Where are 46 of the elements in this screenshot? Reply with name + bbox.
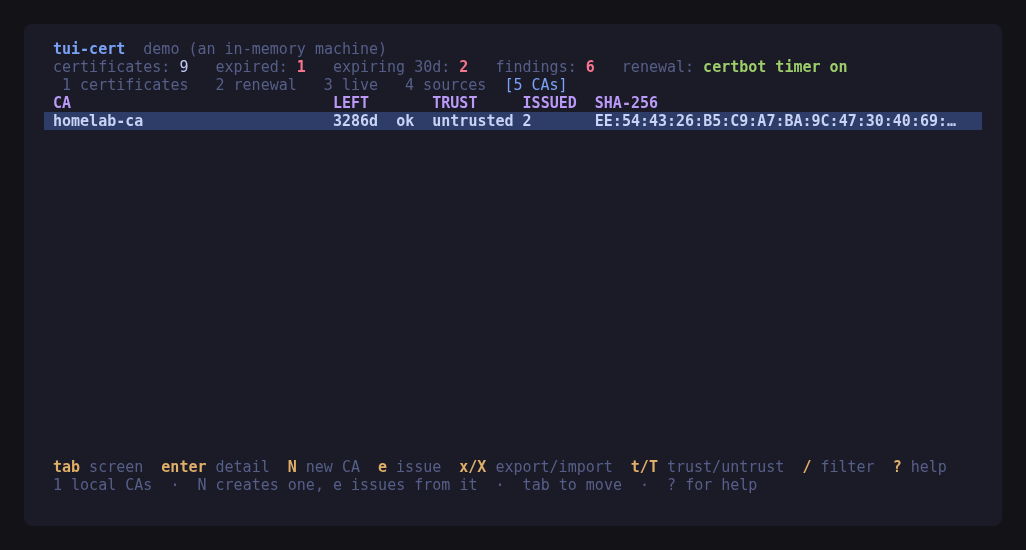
days-left-cell: 3286d: [332, 112, 379, 130]
tab[interactable]: 2 renewal: [206, 76, 306, 94]
subtitle-text: demo (an in-memory machine): [143, 40, 388, 58]
fingerprint-cell: EE:54:43:26:B5:C9:A7:BA:9C:47:30:40:69:…: [594, 112, 957, 130]
tab[interactable]: 4 sources: [396, 76, 496, 94]
column-header: SHA-256: [594, 94, 659, 112]
app-title: tui-cert: [53, 40, 126, 58]
stat-value: certbot timer on: [703, 58, 848, 76]
column-header: LEFT: [332, 94, 370, 112]
stat-value: 2: [459, 58, 469, 76]
column-header: ISSUED: [522, 94, 577, 112]
key-label: e: [378, 458, 388, 476]
stat-label: expired:: [215, 58, 288, 76]
column-header: TRUST: [432, 94, 478, 112]
hint-text: filter: [820, 458, 875, 476]
stat-label: expiring 30d:: [332, 58, 451, 76]
hint-text: trust/untrust: [666, 458, 785, 476]
tab[interactable]: 1 certificates: [53, 76, 198, 94]
hint-text: export/import: [495, 458, 613, 476]
hint-text: help: [910, 458, 947, 476]
stat-label: certificates:: [53, 58, 171, 76]
status-line: 1 local CAs · N creates one, e issues from it · tab to move · ? for help: [53, 476, 758, 494]
stat-value: 9: [179, 58, 189, 76]
table-row[interactable]: homelab-ca 3286d ok untrusted 2 EE:54:43:26:B5:C9:A7:BA:9C:47:30:40:69:…: [44, 112, 982, 130]
hint-text: issue: [396, 458, 442, 476]
ca-name-cell: homelab-ca: [53, 112, 144, 130]
stat-label: renewal:: [621, 58, 695, 76]
stat-value: 6: [585, 58, 595, 76]
trust-cell: untrusted: [432, 112, 514, 130]
tab[interactable]: 3 live: [314, 76, 388, 94]
hint-text: detail: [215, 458, 270, 476]
issued-count-cell: 2: [522, 112, 532, 130]
key-label: enter: [161, 458, 207, 476]
key-label: /: [802, 458, 812, 476]
hint-text: new CA: [305, 458, 360, 476]
key-label: x/X: [459, 458, 487, 476]
key-label: t/T: [630, 458, 658, 476]
hint-text: screen: [89, 458, 144, 476]
key-label: tab: [53, 458, 81, 476]
key-label: ?: [892, 458, 902, 476]
stat-label: findings:: [495, 58, 577, 76]
status-cell: ok: [396, 112, 415, 130]
tab[interactable]: [5 CAs]: [504, 76, 568, 94]
stat-value: 1: [296, 58, 306, 76]
key-label: N: [287, 458, 297, 476]
column-header: CA: [53, 94, 72, 112]
